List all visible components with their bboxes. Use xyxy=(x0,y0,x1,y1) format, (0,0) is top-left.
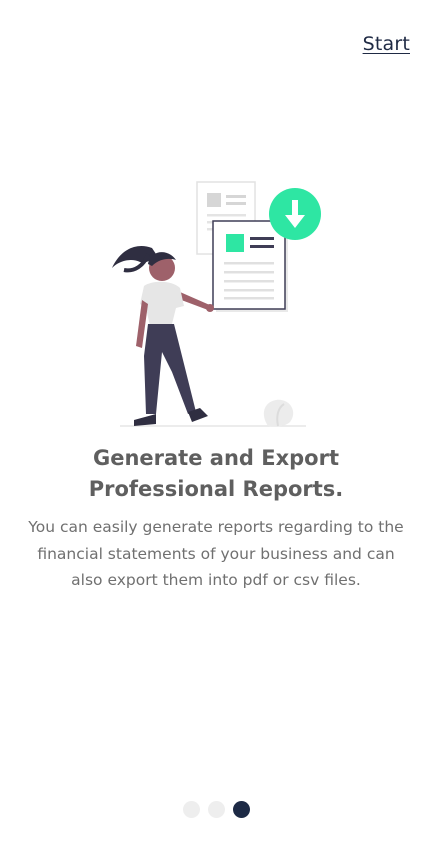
page-dot-1[interactable] xyxy=(182,801,200,818)
page-dot-2[interactable] xyxy=(207,801,225,818)
slide-description: You can easily generate reports regardin… xyxy=(28,518,404,589)
page-dot-3-active[interactable] xyxy=(232,801,250,818)
pagination-dots xyxy=(0,801,432,818)
start-link[interactable]: Start xyxy=(363,33,410,55)
slide-title: Generate and Export Professional Reports… xyxy=(88,446,344,501)
report-illustration xyxy=(112,181,321,427)
front-document xyxy=(212,220,288,312)
download-icon xyxy=(269,188,321,240)
woman-figure xyxy=(112,246,214,426)
